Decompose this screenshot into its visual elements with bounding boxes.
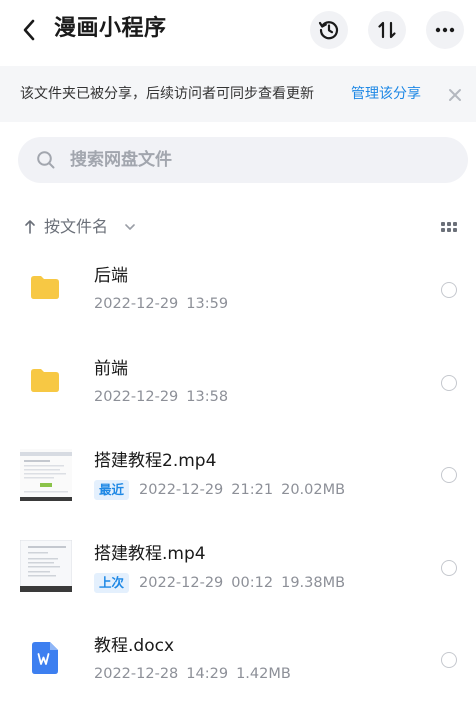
list-item[interactable]: 前端 2022-12-29 13:58: [0, 337, 476, 430]
select-checkbox[interactable]: [441, 652, 457, 668]
file-date: 2022-12-29: [94, 388, 179, 405]
sort-by-name-button[interactable]: 按文件名: [44, 216, 108, 238]
select-checkbox[interactable]: [441, 559, 457, 576]
more-button[interactable]: [426, 11, 464, 49]
video-thumbnail: [20, 539, 72, 592]
search-bar[interactable]: 搜索网盘文件: [18, 137, 468, 183]
file-name: 搭建教程.mp4: [94, 543, 206, 564]
file-date: 2022-12-29: [139, 574, 224, 591]
folder-icon: [31, 276, 59, 299]
file-time: 13:59: [186, 296, 229, 312]
list-item[interactable]: 教程.docx 2022-12-28 14:29 1.42MB: [0, 614, 476, 707]
file-name: 后端: [94, 266, 128, 286]
grid-view-icon[interactable]: [440, 221, 458, 233]
page-title: 漫画小程序: [54, 16, 167, 41]
sort-bar: 按文件名: [0, 210, 476, 244]
file-size: 1.42MB: [236, 666, 291, 682]
file-name: 前端: [94, 358, 128, 379]
share-notice-text: 该文件夹已被分享，后续访问者可同步查看更新: [20, 86, 314, 102]
file-time: 00:12: [231, 574, 274, 591]
back-chevron-icon: [23, 19, 35, 41]
list-item[interactable]: 搭建教程.mp4 上次 2022-12-29 00:12 19.38MB: [0, 522, 476, 615]
back-button[interactable]: [14, 15, 44, 45]
word-document-icon: [32, 642, 58, 674]
list-item[interactable]: 后端 2022-12-29 13:59: [0, 244, 476, 337]
file-list: 后端 2022-12-29 13:59 前端 2022-12-29 13:58: [0, 244, 476, 707]
up-arrow-icon: [25, 220, 35, 234]
file-meta: 2022-12-29 13:58: [94, 387, 236, 407]
more-dots-icon: [435, 27, 455, 33]
file-meta: 2022-12-28 14:29 1.42MB: [94, 664, 299, 684]
manage-share-link[interactable]: 管理该分享: [351, 84, 421, 104]
close-icon[interactable]: [446, 86, 464, 104]
video-thumbnail: [20, 449, 72, 501]
recent-badge: 最近: [94, 480, 130, 500]
file-date: 2022-12-29: [94, 296, 179, 312]
file-size: 20.02MB: [281, 482, 346, 498]
file-size: 19.38MB: [281, 574, 346, 591]
share-notice-banner: 该文件夹已被分享，后续访问者可同步查看更新 管理该分享: [0, 66, 476, 122]
history-icon: [318, 21, 339, 40]
search-icon: [37, 151, 55, 169]
file-time: 21:21: [231, 482, 274, 498]
file-time: 14:29: [186, 666, 229, 682]
search-input[interactable]: 搜索网盘文件: [70, 137, 172, 183]
sort-arrows-icon: [378, 21, 396, 39]
top-bar: 漫画小程序: [0, 0, 476, 62]
file-meta: 最近 2022-12-29 21:21 20.02MB: [94, 480, 353, 500]
file-meta: 上次 2022-12-29 00:12 19.38MB: [94, 572, 353, 593]
file-name: 教程.docx: [94, 636, 175, 656]
select-checkbox[interactable]: [441, 374, 457, 391]
file-date: 2022-12-29: [139, 482, 224, 498]
file-meta: 2022-12-29 13:59: [94, 294, 236, 314]
file-name: 搭建教程2.mp4: [94, 451, 217, 471]
folder-icon: [31, 368, 59, 392]
select-checkbox[interactable]: [441, 467, 457, 483]
list-item[interactable]: 搭建教程2.mp4 最近 2022-12-29 21:21 20.02MB: [0, 429, 476, 522]
file-time: 13:58: [186, 388, 229, 405]
history-button[interactable]: [310, 11, 348, 49]
sort-button[interactable]: [368, 11, 406, 49]
last-opened-badge: 上次: [94, 572, 130, 593]
chevron-down-icon[interactable]: [124, 223, 136, 231]
select-checkbox[interactable]: [441, 282, 457, 298]
file-date: 2022-12-28: [94, 666, 179, 682]
